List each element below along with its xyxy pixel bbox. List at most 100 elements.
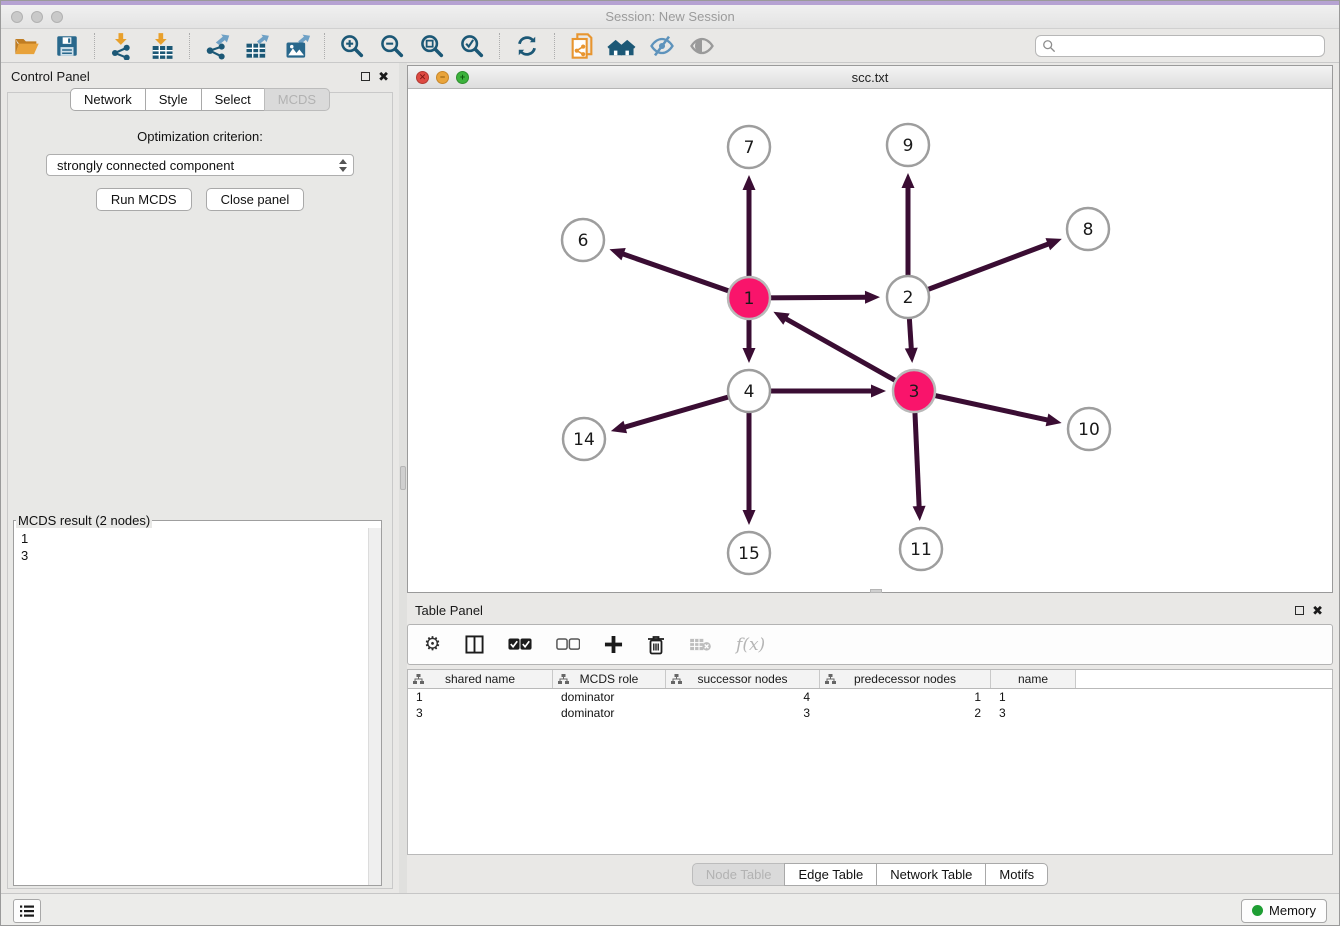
toolbar-separator bbox=[324, 33, 325, 59]
column-header-shared-name[interactable]: shared name bbox=[408, 670, 553, 688]
zoom-in-icon[interactable] bbox=[337, 32, 367, 60]
refresh-icon[interactable] bbox=[512, 32, 542, 60]
edge-3-1[interactable] bbox=[785, 318, 914, 391]
settings-icon[interactable]: ⚙ bbox=[424, 633, 441, 656]
cell-predecessor-nodes[interactable]: 2 bbox=[820, 705, 991, 721]
right-column: ✕ − + scc.txt 7968124314101511 Table Pan… bbox=[407, 63, 1333, 893]
show-all-icon[interactable] bbox=[687, 32, 717, 60]
result-scrollbar[interactable] bbox=[368, 528, 381, 885]
column-header-label: MCDS role bbox=[580, 672, 639, 686]
tab-node-table[interactable]: Node Table bbox=[692, 863, 786, 886]
header-filler bbox=[1076, 670, 1332, 688]
cell-shared-name[interactable]: 1 bbox=[408, 689, 553, 705]
titlebar[interactable]: Session: New Session bbox=[1, 5, 1339, 29]
panel-splitter[interactable] bbox=[399, 63, 407, 893]
criterion-dropdown[interactable]: strongly connected component bbox=[46, 154, 354, 176]
zoom-fit-icon[interactable] bbox=[417, 32, 447, 60]
copy-network-icon[interactable] bbox=[567, 32, 597, 60]
table-row[interactable]: 3dominator323 bbox=[408, 705, 1332, 721]
tab-motifs[interactable]: Motifs bbox=[985, 863, 1048, 886]
table-panel-header: Table Panel ✖ bbox=[407, 597, 1333, 622]
hide-selected-icon[interactable] bbox=[647, 32, 677, 60]
mcds-result-box: MCDS result (2 nodes) 13 bbox=[13, 513, 382, 886]
column-header-label: shared name bbox=[445, 672, 515, 686]
network-canvas[interactable]: 7968124314101511 bbox=[408, 89, 1332, 592]
tab-network-table[interactable]: Network Table bbox=[876, 863, 986, 886]
export-network-icon[interactable] bbox=[202, 32, 232, 60]
column-header-predecessor-nodes[interactable]: predecessor nodes bbox=[820, 670, 991, 688]
columns-icon[interactable] bbox=[465, 635, 484, 654]
delete-table-icon[interactable] bbox=[689, 637, 712, 652]
control-panel-title: Control Panel bbox=[11, 69, 90, 84]
splitter-handle-icon[interactable] bbox=[400, 466, 406, 490]
cell-predecessor-nodes[interactable]: 1 bbox=[820, 689, 991, 705]
mcds-result-list: 13 bbox=[14, 528, 381, 885]
table-row[interactable]: 1dominator411 bbox=[408, 689, 1332, 705]
arrowhead-4-3 bbox=[871, 385, 886, 398]
cell-shared-name[interactable]: 3 bbox=[408, 705, 553, 721]
canvas-splitter-handle[interactable] bbox=[870, 589, 882, 593]
task-history-button[interactable] bbox=[13, 899, 41, 923]
export-image-icon[interactable] bbox=[282, 32, 312, 60]
tab-edge-table[interactable]: Edge Table bbox=[784, 863, 877, 886]
tab-style[interactable]: Style bbox=[145, 88, 202, 111]
column-header-successor-nodes[interactable]: successor nodes bbox=[666, 670, 820, 688]
mcds-result-title: MCDS result (2 nodes) bbox=[16, 513, 152, 528]
arrowhead-1-4 bbox=[743, 348, 756, 363]
node-table: shared name MCDS role successor nodes prede… bbox=[407, 669, 1333, 855]
deselect-all-icon[interactable] bbox=[556, 638, 580, 651]
float-table-panel-icon[interactable] bbox=[1295, 606, 1304, 615]
function-builder-icon[interactable]: f(x) bbox=[736, 635, 765, 655]
float-panel-icon[interactable] bbox=[361, 72, 370, 81]
close-panel-icon[interactable]: ✖ bbox=[378, 72, 389, 81]
search-box[interactable] bbox=[1035, 35, 1325, 57]
close-panel-button[interactable]: Close panel bbox=[206, 188, 305, 211]
import-network-glyph bbox=[108, 32, 136, 60]
close-table-panel-icon[interactable]: ✖ bbox=[1312, 606, 1323, 615]
tab-network[interactable]: Network bbox=[70, 88, 146, 111]
open-file-icon[interactable] bbox=[12, 32, 42, 60]
column-header-MCDS-role[interactable]: MCDS role bbox=[553, 670, 666, 688]
import-network-icon[interactable] bbox=[107, 32, 137, 60]
hierarchy-icon bbox=[558, 674, 569, 685]
zoom-selected-icon[interactable] bbox=[457, 32, 487, 60]
toolbar-separator bbox=[499, 33, 500, 59]
tab-mcds[interactable]: MCDS bbox=[264, 88, 330, 111]
network-window-title: scc.txt bbox=[408, 70, 1332, 85]
node-label-7: 7 bbox=[744, 138, 755, 158]
save-icon[interactable] bbox=[52, 32, 82, 60]
add-row-icon[interactable] bbox=[604, 635, 623, 654]
cell-successor-nodes[interactable]: 3 bbox=[666, 705, 820, 721]
import-table-icon[interactable] bbox=[147, 32, 177, 60]
node-label-8: 8 bbox=[1083, 220, 1094, 240]
column-header-label: successor nodes bbox=[697, 672, 787, 686]
node-label-6: 6 bbox=[578, 231, 589, 251]
arrowhead-4-14 bbox=[611, 421, 627, 433]
table-body: 1dominator4113dominator323 bbox=[408, 689, 1332, 721]
export-table-icon[interactable] bbox=[242, 32, 272, 60]
node-label-15: 15 bbox=[738, 544, 760, 564]
tab-select[interactable]: Select bbox=[201, 88, 265, 111]
edge-2-8[interactable] bbox=[908, 243, 1050, 297]
column-header-name[interactable]: name bbox=[991, 670, 1076, 688]
cell-MCDS-role[interactable]: dominator bbox=[553, 689, 666, 705]
memory-button[interactable]: Memory bbox=[1241, 899, 1327, 923]
search-input[interactable] bbox=[1060, 38, 1318, 54]
memory-status-icon bbox=[1252, 905, 1263, 916]
node-label-1: 1 bbox=[744, 289, 755, 309]
window-title: Session: New Session bbox=[1, 9, 1339, 24]
run-mcds-button[interactable]: Run MCDS bbox=[96, 188, 192, 211]
add-row-glyph bbox=[604, 635, 623, 654]
zoom-out-icon[interactable] bbox=[377, 32, 407, 60]
node-label-14: 14 bbox=[573, 430, 595, 450]
zoom-fit-glyph bbox=[418, 32, 446, 60]
first-neighbors-icon[interactable] bbox=[607, 32, 637, 60]
cell-successor-nodes[interactable]: 4 bbox=[666, 689, 820, 705]
cell-MCDS-role[interactable]: dominator bbox=[553, 705, 666, 721]
control-panel: Control Panel ✖ NetworkStyleSelectMCDS O… bbox=[1, 63, 399, 893]
network-window-titlebar[interactable]: ✕ − + scc.txt bbox=[408, 66, 1332, 89]
select-all-icon[interactable] bbox=[508, 638, 532, 651]
delete-icon[interactable] bbox=[647, 635, 665, 655]
cell-name[interactable]: 1 bbox=[991, 689, 1076, 705]
cell-name[interactable]: 3 bbox=[991, 705, 1076, 721]
